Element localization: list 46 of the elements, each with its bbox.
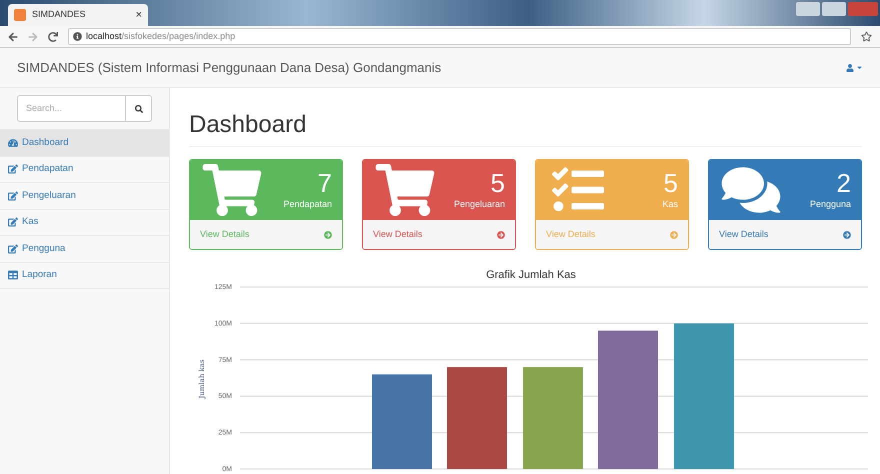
stat-label: Kas <box>662 198 678 212</box>
arrow-icon <box>843 230 851 238</box>
cart-icon <box>200 164 264 216</box>
star-icon[interactable] <box>861 31 872 42</box>
back-icon[interactable] <box>8 32 18 42</box>
search-button[interactable] <box>126 95 152 122</box>
table-icon <box>8 270 18 280</box>
view-details-link[interactable]: View Details <box>363 220 515 249</box>
stat-label: Pengeluaran <box>454 198 505 212</box>
stat-count: 7 <box>318 168 332 198</box>
caret-icon <box>856 64 863 71</box>
user-icon <box>846 64 854 72</box>
view-details-link[interactable]: View Details <box>709 220 861 249</box>
stat-label: Pendapatan <box>283 198 332 212</box>
arrow-icon <box>497 230 505 238</box>
view-details-link[interactable]: View Details <box>190 220 342 249</box>
info-icon <box>73 32 82 41</box>
cart-icon <box>373 164 437 216</box>
address-bar[interactable]: localhost/sisfokedes/pages/index.php <box>68 28 851 45</box>
sidebar-item[interactable]: Pendapatan <box>0 156 169 183</box>
user-menu[interactable] <box>846 64 863 72</box>
stat-count: 2 <box>836 168 851 198</box>
dashboard-icon <box>8 138 18 148</box>
sidebar-item[interactable]: Dashboard <box>0 130 169 156</box>
search-icon <box>134 104 142 112</box>
edit-icon <box>8 244 18 254</box>
arrow-icon <box>670 230 678 238</box>
favicon-icon <box>14 9 26 21</box>
edit-icon <box>8 217 18 228</box>
arrow-icon <box>324 230 332 238</box>
sidebar-item[interactable]: Laporan <box>0 262 169 289</box>
edit-icon <box>8 164 18 174</box>
tab-close[interactable]: × <box>136 6 142 24</box>
tab-title: SIMDANDES <box>32 8 87 22</box>
sidebar-item[interactable]: Kas <box>0 210 169 236</box>
page-title: Dashboard <box>189 110 308 140</box>
edit-icon <box>8 190 18 201</box>
stat-count: 5 <box>664 168 678 198</box>
browser-tab[interactable]: SIMDANDES × <box>8 4 148 26</box>
stat-count: 5 <box>490 168 505 198</box>
search-field[interactable]: Search... <box>17 95 126 122</box>
brand-title[interactable]: SIMDANDES (Sistem Informasi Penggunaan Dana Desa) Gondangmanis <box>17 58 846 78</box>
url-text: localhost/sisfokedes/pages/index.php <box>86 30 236 43</box>
stat-label: Pengguna <box>810 198 851 212</box>
reload-icon[interactable] <box>48 32 58 42</box>
chart-title: Grafik Jumlah Kas <box>486 269 576 281</box>
